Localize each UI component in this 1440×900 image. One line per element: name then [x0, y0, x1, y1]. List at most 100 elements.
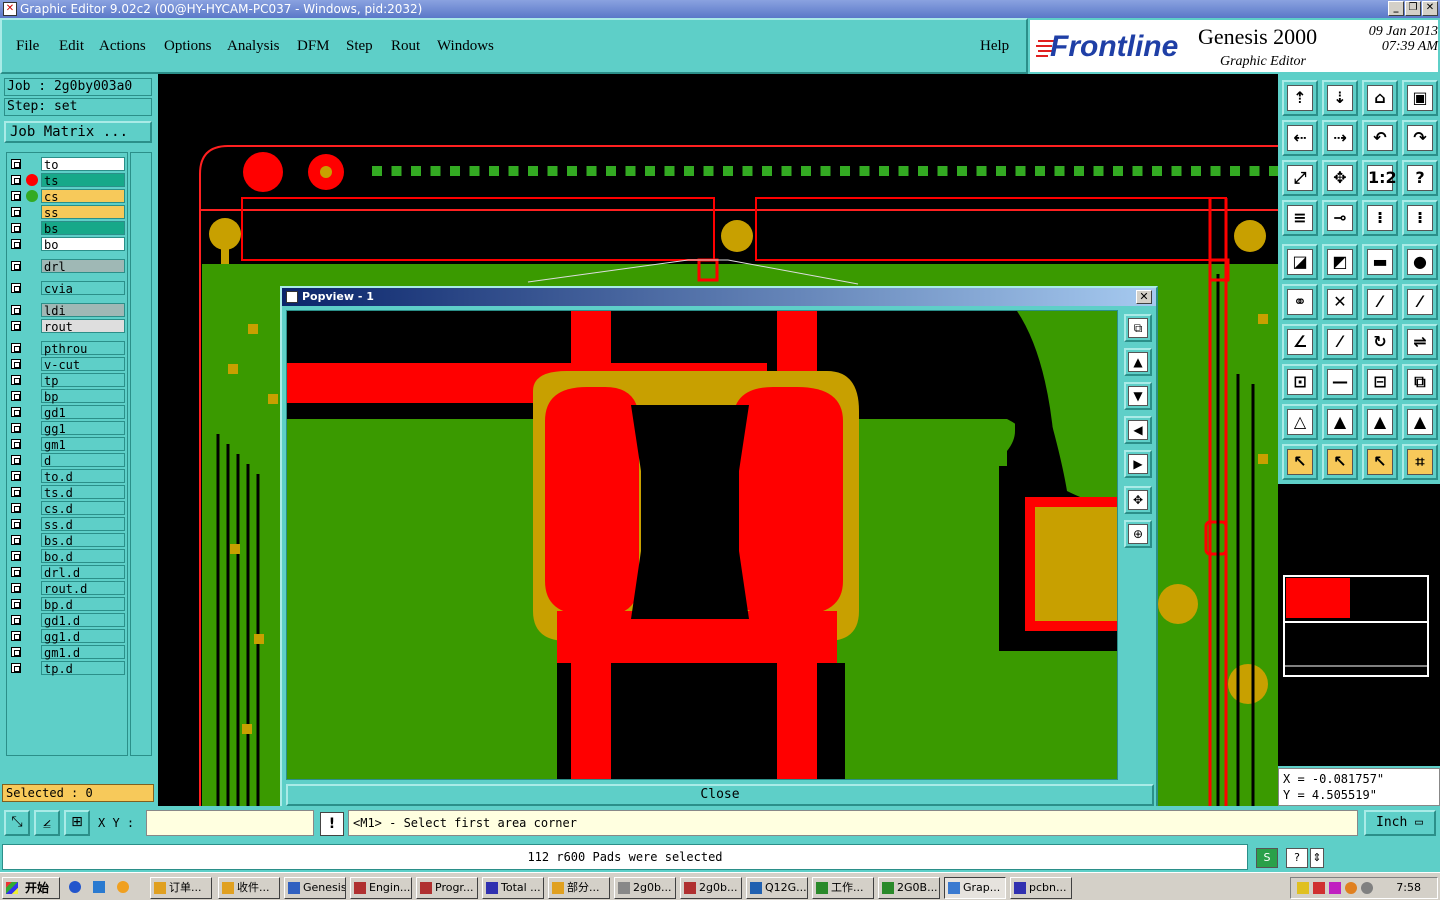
layer-checkbox[interactable]	[11, 207, 21, 217]
overview-map[interactable]	[1278, 484, 1440, 766]
layer-checkbox[interactable]	[11, 583, 21, 593]
taskbar-item[interactable]: 工作...	[812, 877, 874, 899]
taskbar-item[interactable]: Progr...	[416, 877, 478, 899]
media-icon[interactable]	[114, 877, 132, 899]
layer-name[interactable]: tp.d	[41, 661, 125, 676]
layer-name[interactable]: gm1.d	[41, 645, 125, 660]
layer-name[interactable]: drl	[41, 259, 125, 274]
taskbar-item[interactable]: Grap...	[944, 877, 1006, 899]
layer-checkbox[interactable]	[11, 663, 21, 673]
layer-name[interactable]: rout	[41, 319, 125, 334]
zoom-fit-button[interactable]: ⤢	[1282, 160, 1318, 196]
measure-mode-button[interactable]: ⦤	[34, 810, 60, 836]
taskbar-item[interactable]: 收件...	[218, 877, 280, 899]
layer-checkbox[interactable]	[11, 455, 21, 465]
shape-button[interactable]: ⇌	[1402, 324, 1438, 360]
layer-row[interactable]: bs	[7, 221, 129, 236]
menu-dfm[interactable]: DFM	[297, 38, 330, 55]
layer-name[interactable]: ss	[41, 205, 125, 220]
help-icon[interactable]: ?	[1286, 848, 1308, 868]
select-step-button[interactable]: ⌗	[1402, 444, 1438, 480]
layer-checkbox[interactable]	[11, 503, 21, 513]
layer-row[interactable]: gd1	[7, 405, 129, 420]
taskbar-item[interactable]: Total ...	[482, 877, 544, 899]
help-button[interactable]: ?	[1402, 160, 1438, 196]
layer-checkbox[interactable]	[11, 305, 21, 315]
layer-row[interactable]: ldi	[7, 303, 129, 318]
layer-checkbox[interactable]	[11, 191, 21, 201]
layer-row[interactable]: tp	[7, 373, 129, 388]
menu-options[interactable]: Options	[164, 38, 212, 55]
menu-rout[interactable]: Rout	[391, 38, 420, 55]
menu-file[interactable]: File	[16, 38, 39, 55]
layer-name[interactable]: bs.d	[41, 533, 125, 548]
taskbar-item[interactable]: 2g0b...	[680, 877, 742, 899]
net-button[interactable]: ⚭	[1282, 284, 1318, 320]
tray-icon-2[interactable]	[1313, 882, 1325, 894]
move-button[interactable]: ⊡	[1282, 364, 1318, 400]
xy-input[interactable]	[146, 810, 314, 836]
layer-row[interactable]: bp	[7, 389, 129, 404]
layer-row[interactable]: bo	[7, 237, 129, 252]
layer-checkbox[interactable]	[11, 391, 21, 401]
layer-row[interactable]: rout	[7, 319, 129, 334]
layer-name[interactable]: gm1	[41, 437, 125, 452]
graphic-control-button[interactable]: ◪	[1282, 244, 1318, 280]
layer-row[interactable]: tp.d	[7, 661, 129, 676]
layer-row[interactable]: rout.d	[7, 581, 129, 596]
layer-list-scrollbar[interactable]	[130, 152, 152, 756]
popview-zoom-home-button[interactable]: ✥	[1124, 486, 1152, 514]
filter-button[interactable]: ≡	[1282, 200, 1318, 236]
layer-row[interactable]: ss	[7, 205, 129, 220]
layer-name[interactable]: gg1.d	[41, 629, 125, 644]
angle-button[interactable]: ∠	[1282, 324, 1318, 360]
layer-features-button[interactable]: ⁝	[1362, 200, 1398, 236]
layer-checkbox[interactable]	[11, 223, 21, 233]
layer-checkbox[interactable]	[11, 343, 21, 353]
line-move-button[interactable]: ⁄	[1402, 284, 1438, 320]
updown-icon[interactable]: ⇕	[1310, 848, 1324, 868]
home-down-button[interactable]: ⇣	[1322, 80, 1358, 116]
layer-row[interactable]: ts.d	[7, 485, 129, 500]
snap-mode-button[interactable]: ⤡	[4, 810, 30, 836]
zoom-center-button[interactable]: ✥	[1322, 160, 1358, 196]
layer-compare-button[interactable]: ⁝	[1402, 200, 1438, 236]
home-up-button[interactable]: ⇡	[1282, 80, 1318, 116]
pan-right-button[interactable]: ⇢	[1322, 120, 1358, 156]
layer-checkbox[interactable]	[11, 551, 21, 561]
layer-row[interactable]: gd1.d	[7, 613, 129, 628]
poly-button[interactable]: ▲	[1322, 404, 1358, 440]
popview-close-button[interactable]: Close	[286, 784, 1154, 806]
layer-name[interactable]: ss.d	[41, 517, 125, 532]
layer-row[interactable]: cvia	[7, 281, 129, 296]
poly-edit-button[interactable]: ▲	[1402, 404, 1438, 440]
layer-checkbox[interactable]	[11, 261, 21, 271]
tray-icon-5[interactable]	[1361, 882, 1373, 894]
layer-row[interactable]: ts	[7, 173, 129, 188]
delete-line-button[interactable]: —	[1322, 364, 1358, 400]
menu-windows[interactable]: Windows	[437, 38, 494, 55]
layer-checkbox[interactable]	[11, 175, 21, 185]
arc-button[interactable]: ↻	[1362, 324, 1398, 360]
taskbar-item[interactable]: Engin...	[350, 877, 412, 899]
layer-checkbox[interactable]	[11, 535, 21, 545]
poly-add-button[interactable]: ▲	[1362, 404, 1398, 440]
layer-row[interactable]: to.d	[7, 469, 129, 484]
popview-pan-right-button[interactable]: ▶	[1124, 450, 1152, 478]
dot-button[interactable]: ●	[1402, 244, 1438, 280]
layer-checkbox[interactable]	[11, 567, 21, 577]
script-icon[interactable]: S	[1256, 848, 1278, 868]
close-button[interactable]: ✕	[1422, 1, 1438, 16]
layer-name[interactable]: to.d	[41, 469, 125, 484]
popview-pan-left-button[interactable]: ◀	[1124, 416, 1152, 444]
layer-row[interactable]: cs.d	[7, 501, 129, 516]
layer-checkbox[interactable]	[11, 519, 21, 529]
layer-name[interactable]: bo.d	[41, 549, 125, 564]
taskbar-item[interactable]: Q12G...	[746, 877, 808, 899]
layer-row[interactable]: d	[7, 453, 129, 468]
layer-name[interactable]: ts	[41, 173, 125, 188]
redo-button[interactable]: ↷	[1402, 120, 1438, 156]
home-button[interactable]: ⌂	[1362, 80, 1398, 116]
snap-button[interactable]: ⊸	[1322, 200, 1358, 236]
popview-zoom-window-button[interactable]: ⧉	[1124, 314, 1152, 342]
